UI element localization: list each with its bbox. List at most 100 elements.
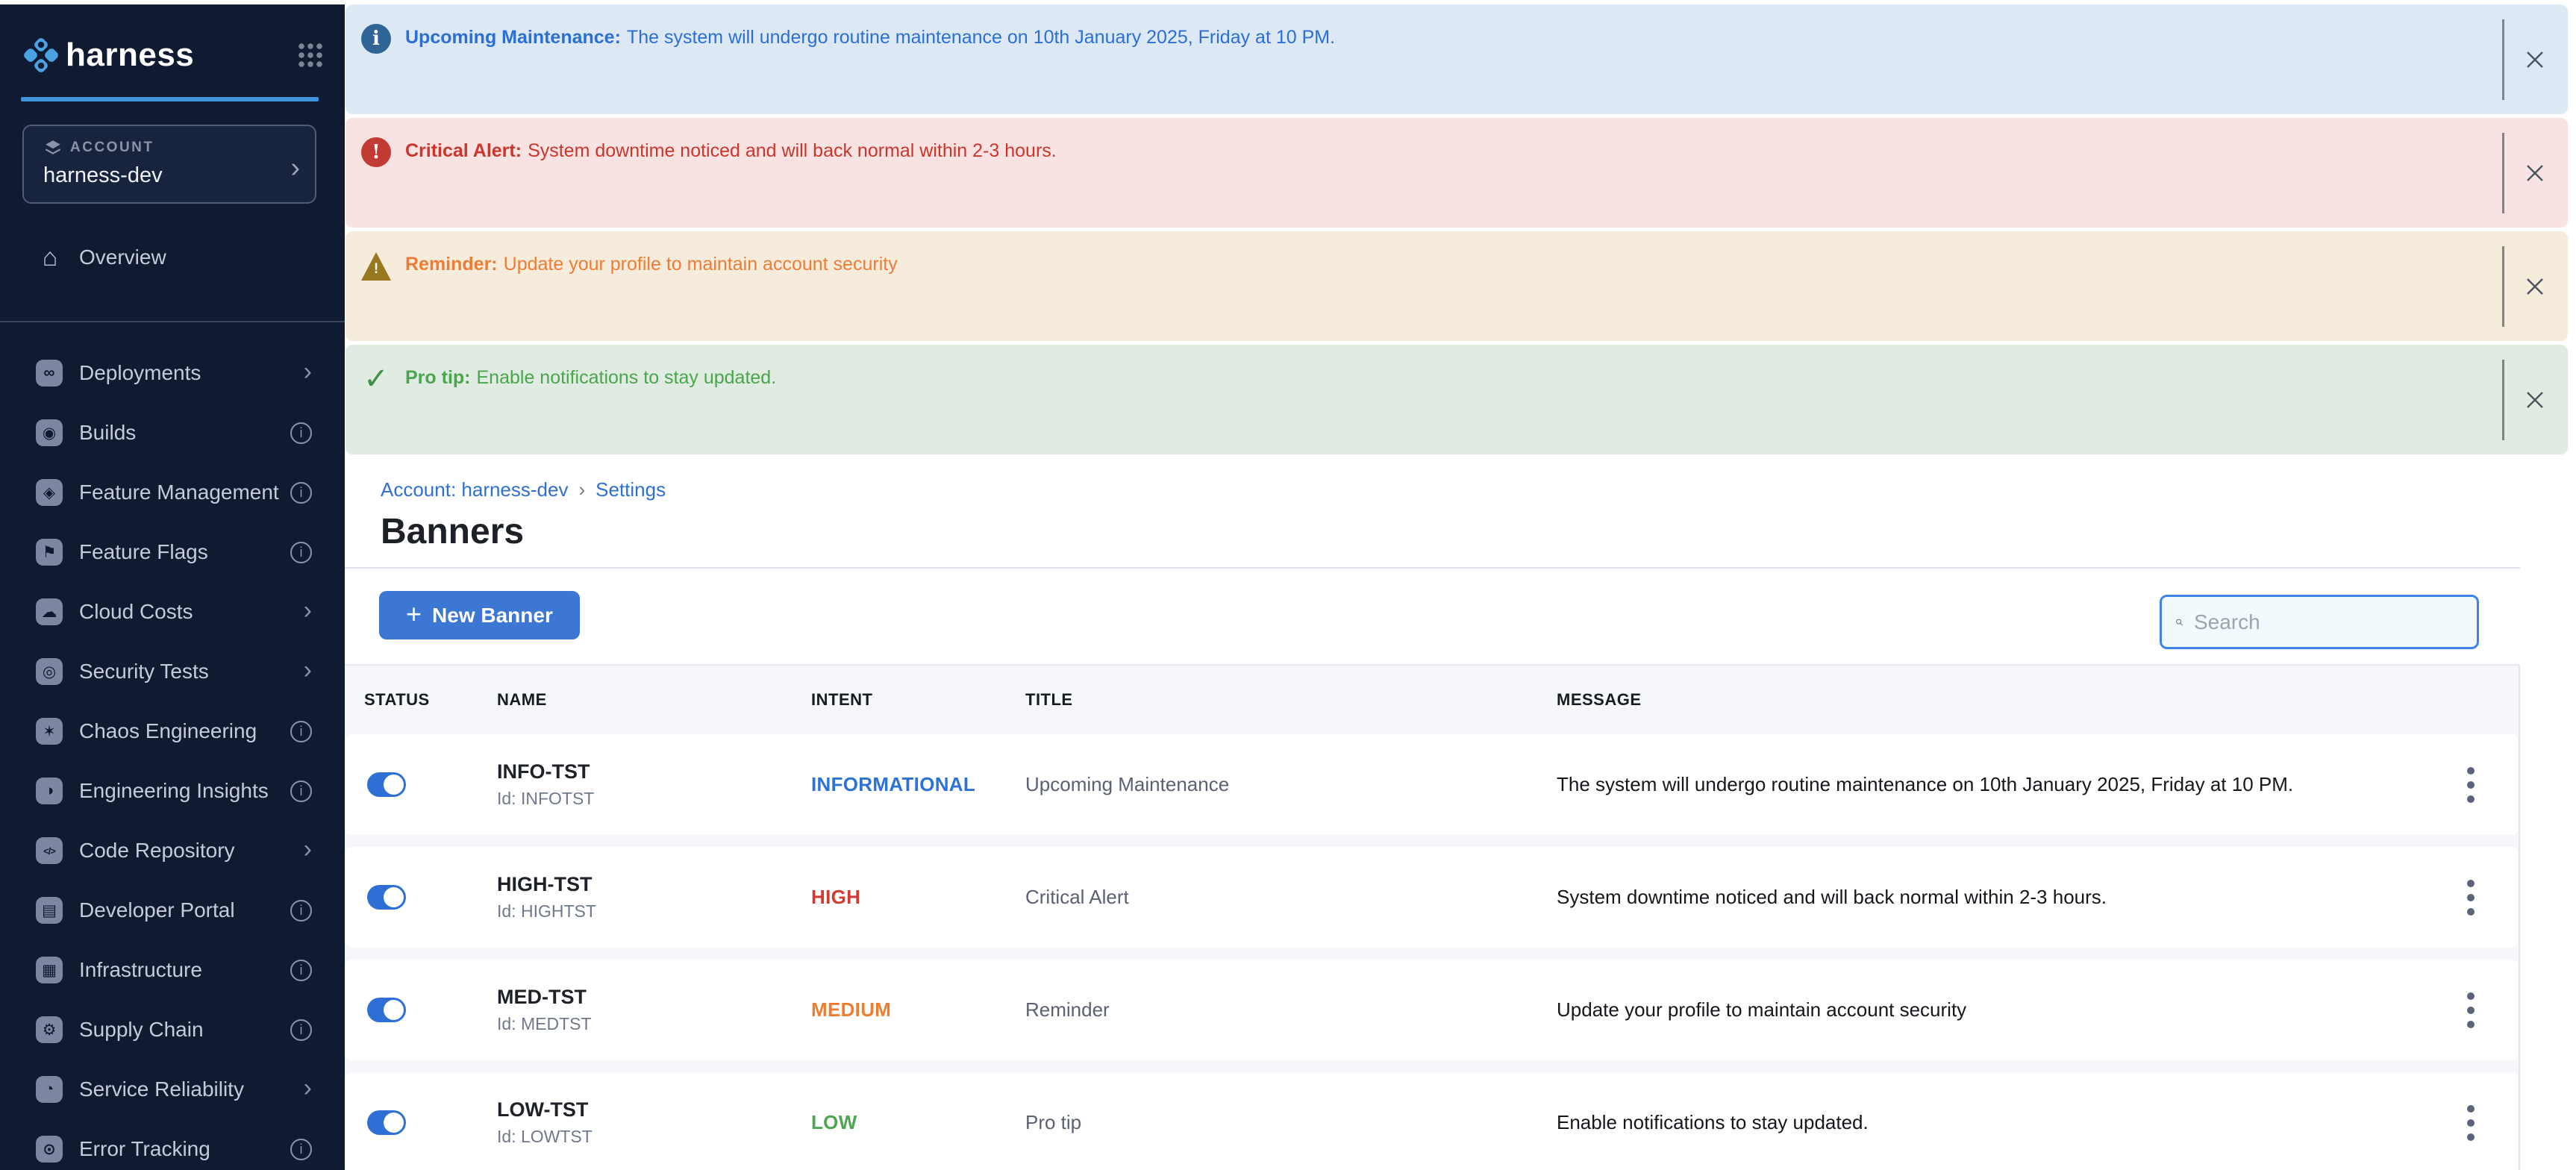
banner-name: MED-TST <box>497 986 811 1009</box>
info-icon[interactable]: i <box>290 542 312 563</box>
deployments-icon: ∞ <box>36 360 63 387</box>
kebab-menu-icon[interactable] <box>2454 986 2487 1034</box>
sidebar-item-code-repository[interactable]: </> Code Repository › <box>0 821 345 880</box>
status-toggle[interactable] <box>367 1110 406 1135</box>
sidebar-item-service-reliability[interactable]: ◔ Service Reliability › <box>0 1060 345 1119</box>
sidebar-item-deployments[interactable]: ∞ Deployments › <box>0 343 345 403</box>
chevron-right-icon: › <box>578 478 585 501</box>
close-icon[interactable] <box>2519 157 2551 190</box>
sidebar-item-infrastructure[interactable]: ▦ Infrastructure i <box>0 940 345 1000</box>
alert-divider <box>2502 246 2504 327</box>
sidebar-item-overview[interactable]: ⌂ Overview <box>0 228 345 287</box>
banner-alert-critical: ! Critical Alert:System downtime noticed… <box>346 118 2568 228</box>
chaos-engineering-icon: ✶ <box>36 718 63 745</box>
table-row: HIGH-TST Id: HIGHTST HIGH Critical Alert… <box>345 847 2519 948</box>
sidebar-item-developer-portal[interactable]: ▤ Developer Portal i <box>0 880 345 940</box>
sidebar-item-supply-chain[interactable]: ⚙ Supply Chain i <box>0 1000 345 1060</box>
column-header-status: STATUS <box>364 690 497 710</box>
banner-name: INFO-TST <box>497 760 811 783</box>
table-row: INFO-TST Id: INFOTST INFORMATIONAL Upcom… <box>345 734 2519 835</box>
info-circle-icon: i <box>361 24 391 54</box>
sidebar-item-label: Cloud Costs <box>79 600 304 624</box>
banner-alert-warning: ! Reminder:Update your profile to mainta… <box>346 231 2568 341</box>
banner-name: LOW-TST <box>497 1098 811 1121</box>
sidebar-item-feature-flags[interactable]: ⚑ Feature Flags i <box>0 522 345 582</box>
sidebar-divider <box>0 321 345 322</box>
info-icon[interactable]: i <box>290 422 312 444</box>
main-area: i Upcoming Maintenance:The system will u… <box>345 0 2576 1170</box>
sidebar-item-label: Infrastructure <box>79 958 290 982</box>
banner-message: Enable notifications to stay updated. <box>1557 1111 2454 1134</box>
banner-message: Update your profile to maintain account … <box>1557 998 2454 1022</box>
alert-label: Upcoming Maintenance: <box>405 27 621 48</box>
infrastructure-icon: ▦ <box>36 957 63 983</box>
breadcrumb-settings-link[interactable]: Settings <box>595 478 666 501</box>
alert-text: Critical Alert:System downtime noticed a… <box>405 140 2150 162</box>
column-header-name: NAME <box>497 690 811 710</box>
status-toggle[interactable] <box>367 772 406 797</box>
info-icon[interactable]: i <box>290 900 312 922</box>
banner-name-cell: MED-TST Id: MEDTST <box>497 986 811 1034</box>
intent-badge: MEDIUM <box>811 998 1025 1022</box>
banner-name: HIGH-TST <box>497 873 811 896</box>
code-repository-icon: </> <box>36 837 63 864</box>
column-header-intent: INTENT <box>811 690 1025 710</box>
sidebar-item-cloud-costs[interactable]: ☁ Cloud Costs › <box>0 582 345 642</box>
alert-text: Upcoming Maintenance:The system will und… <box>405 27 2150 49</box>
sidebar-item-error-tracking[interactable]: ⊙ Error Tracking i <box>0 1119 345 1170</box>
sidebar-item-feature-management[interactable]: ◈ Feature Management i <box>0 463 345 522</box>
kebab-menu-icon[interactable] <box>2454 761 2487 809</box>
alert-divider <box>2502 133 2504 213</box>
account-name: harness-dev <box>43 163 290 188</box>
banner-message: System downtime noticed and will back no… <box>1557 886 2454 909</box>
sidebar-item-label: Service Reliability <box>79 1077 304 1101</box>
close-icon[interactable] <box>2519 43 2551 76</box>
info-icon[interactable]: i <box>290 780 312 802</box>
info-icon[interactable]: i <box>290 1019 312 1041</box>
banner-name-cell: LOW-TST Id: LOWTST <box>497 1098 811 1147</box>
logo-underline <box>21 97 319 101</box>
harness-banners-page: harness ACCOUNT harness-dev <box>0 0 2576 1170</box>
logo-wordmark: harness <box>66 37 194 74</box>
info-icon[interactable]: i <box>290 721 312 742</box>
status-toggle[interactable] <box>367 885 406 910</box>
check-icon: ✓ <box>361 364 391 394</box>
sidebar-item-label: Builds <box>79 421 290 445</box>
new-banner-button[interactable]: + New Banner <box>379 591 580 639</box>
harness-logo-icon <box>22 37 60 74</box>
error-tracking-icon: ⊙ <box>36 1136 63 1163</box>
banner-alert-info: i Upcoming Maintenance:The system will u… <box>346 4 2568 114</box>
close-icon[interactable] <box>2519 270 2551 303</box>
info-icon[interactable]: i <box>290 1139 312 1160</box>
new-banner-button-label: New Banner <box>432 604 553 628</box>
alert-message: Update your profile to maintain account … <box>504 254 898 275</box>
developer-portal-icon: ▤ <box>36 897 63 924</box>
search-icon <box>2175 611 2183 634</box>
status-toggle[interactable] <box>367 998 406 1022</box>
close-icon[interactable] <box>2519 384 2551 416</box>
info-icon[interactable]: i <box>290 960 312 981</box>
info-icon[interactable]: i <box>290 482 312 504</box>
sidebar-item-security-tests[interactable]: ◎ Security Tests › <box>0 642 345 701</box>
sidebar-item-engineering-insights[interactable]: ◑ Engineering Insights i <box>0 761 345 821</box>
breadcrumb-account-link[interactable]: Account: harness-dev <box>381 478 568 501</box>
column-header-message: MESSAGE <box>1557 690 2454 710</box>
kebab-menu-icon[interactable] <box>2454 1099 2487 1147</box>
sidebar-item-chaos-engineering[interactable]: ✶ Chaos Engineering i <box>0 701 345 761</box>
account-main: ACCOUNT harness-dev <box>43 138 290 202</box>
alert-label: Pro tip: <box>405 367 471 388</box>
sidebar-item-label: Security Tests <box>79 660 304 683</box>
banner-message: The system will undergo routine maintena… <box>1557 773 2454 796</box>
alert-message: System downtime noticed and will back no… <box>528 140 1057 161</box>
service-reliability-icon: ◔ <box>36 1076 63 1103</box>
sidebar: harness ACCOUNT harness-dev <box>0 4 345 1170</box>
sidebar-item-builds[interactable]: ◉ Builds i <box>0 403 345 463</box>
alert-text: Pro tip:Enable notifications to stay upd… <box>405 367 2150 389</box>
account-selector[interactable]: ACCOUNT harness-dev › <box>22 125 316 204</box>
kebab-menu-icon[interactable] <box>2454 874 2487 922</box>
search-input[interactable] <box>2194 610 2463 634</box>
sidebar-item-label: Code Repository <box>79 839 304 863</box>
home-icon: ⌂ <box>36 243 64 272</box>
app-grid-icon[interactable] <box>296 40 325 70</box>
banner-alert-success: ✓ Pro tip:Enable notifications to stay u… <box>346 345 2568 454</box>
